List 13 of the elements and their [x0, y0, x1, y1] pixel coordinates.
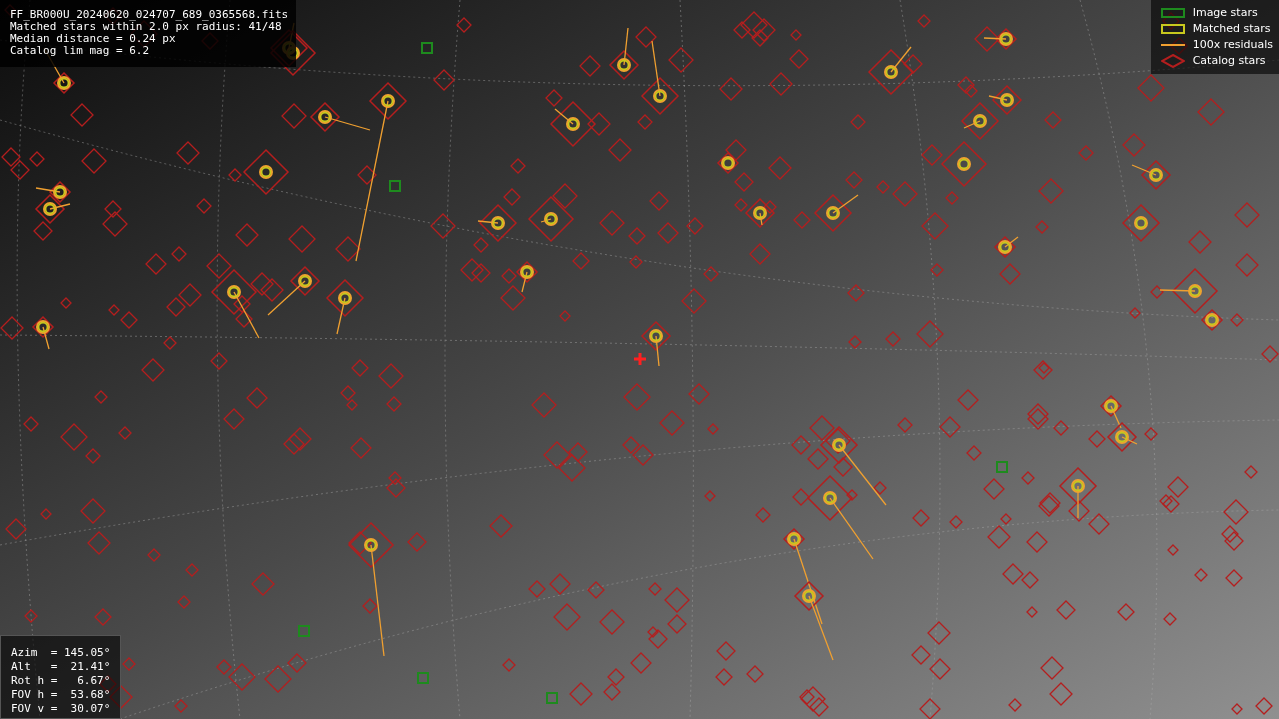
pointing-line: Rot h = 6.67° [11, 674, 111, 688]
info-line: Matched stars within 2.0 px radius: 41/48 [10, 21, 282, 33]
legend-label: Catalog stars [1192, 52, 1266, 69]
legend-label: 100x residuals [1192, 36, 1273, 53]
info-line: Median distance = 0.24 px [10, 33, 177, 45]
legend-label: Image stars [1192, 4, 1258, 21]
info-line: Catalog lim mag = 6.2 [10, 45, 151, 57]
info-line: FF_BR000U_20240620_024707_689_0365568.fits [10, 9, 289, 21]
pointing-line: Azim = 145.05° [11, 646, 111, 660]
pointing-line: Alt = 21.41° [11, 660, 111, 674]
legend-label: Matched stars [1192, 20, 1271, 37]
pointing-line: FOV v = 30.07° [11, 702, 111, 716]
pointing-line: FOV h = 53.68° [11, 688, 111, 702]
